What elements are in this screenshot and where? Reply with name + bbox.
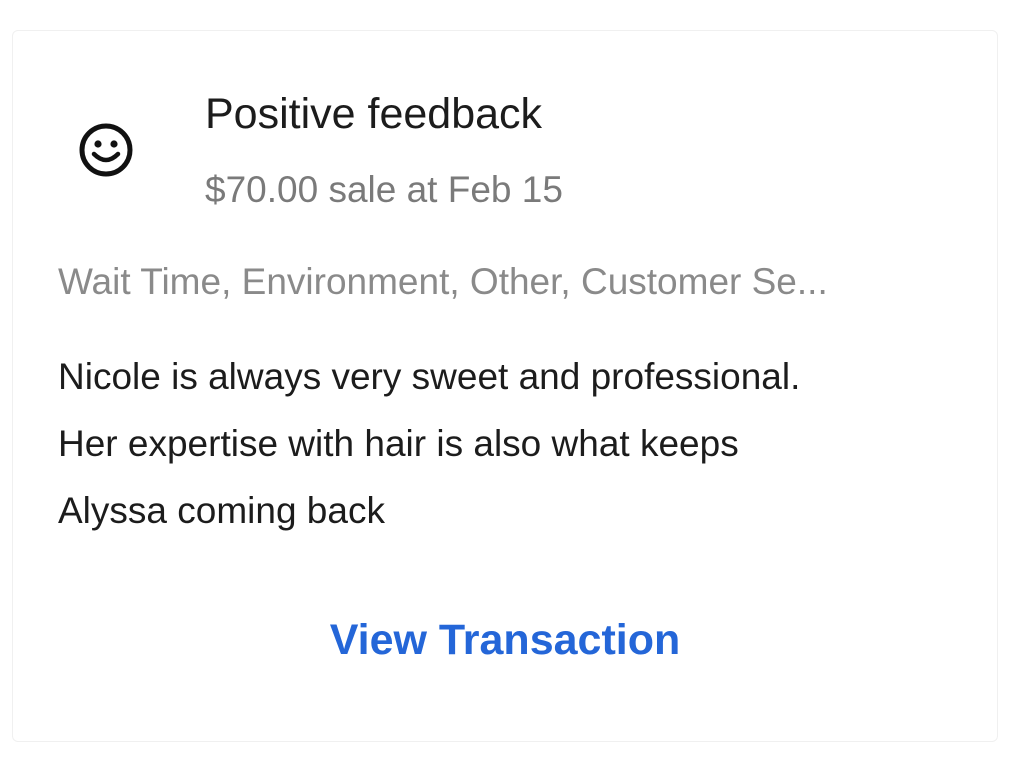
comment-line: Alyssa coming back (58, 490, 385, 531)
feedback-tags: Wait Time, Environment, Other, Customer … (58, 261, 828, 302)
feedback-page: Positive feedback $70.00 sale at Feb 15 … (0, 0, 1024, 782)
feedback-comment: Nicole is always very sweet and professi… (58, 343, 988, 544)
smiley-face-icon (79, 123, 133, 177)
sale-summary: $70.00 sale at Feb 15 (205, 169, 563, 210)
view-transaction-button[interactable]: View Transaction (0, 612, 1010, 668)
feedback-title: Positive feedback (205, 90, 543, 138)
comment-line: Nicole is always very sweet and professi… (58, 356, 801, 397)
comment-line: Her expertise with hair is also what kee… (58, 423, 739, 464)
